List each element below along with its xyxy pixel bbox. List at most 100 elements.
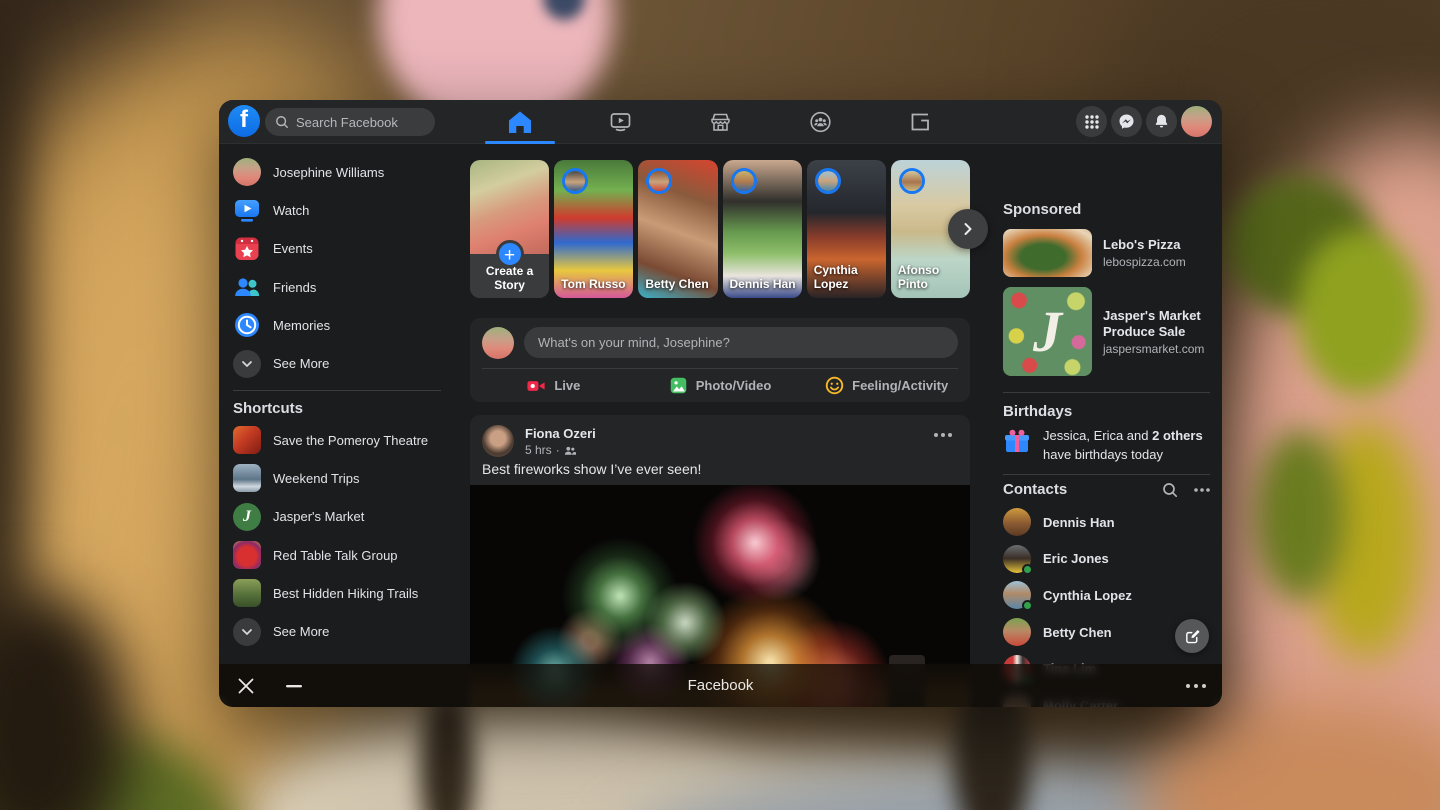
shortcut-thumbnail [233,464,261,492]
grid-menu-icon [1084,114,1100,130]
edit-pencil-icon [1184,628,1201,645]
shortcut-label: Weekend Trips [273,471,359,486]
birthdays-row[interactable]: Jessica, Erica and 2 others have birthda… [1003,427,1210,465]
facebook-logo-icon[interactable]: f [228,105,260,137]
action-label: Feeling/Activity [852,378,948,393]
notifications-button[interactable] [1146,106,1177,137]
shortcut-pomeroy-theatre[interactable]: Save the Pomeroy Theatre [229,421,455,459]
contact-dennis-han[interactable]: Dennis Han [1003,504,1210,541]
messenger-icon [1118,113,1135,130]
contact-avatar [1003,618,1031,646]
sidebar-item-events[interactable]: Events [229,230,455,268]
ad-url: lebospizza.com [1103,255,1186,269]
live-video-button[interactable]: Live [470,369,637,402]
photo-video-button[interactable]: Photo/Video [637,369,804,402]
rail-divider [1003,392,1210,393]
contacts-search-icon[interactable] [1162,482,1178,498]
shortcut-red-table-talk[interactable]: Red Table Talk Group [229,536,455,574]
watch-icon [608,110,633,134]
contact-avatar [1003,545,1031,573]
tab-home[interactable] [470,100,570,144]
shortcut-weekend-trips[interactable]: Weekend Trips [229,459,455,497]
home-icon [507,110,533,134]
watch-tv-icon [233,196,261,224]
sponsored-ad-lebos-pizza[interactable]: Lebo's Pizza lebospizza.com [1003,229,1210,277]
contact-name: Eric Jones [1043,551,1109,566]
shortcut-label: Red Table Talk Group [273,548,398,563]
feeling-activity-button[interactable]: Feeling/Activity [803,369,970,402]
search-input[interactable]: Search Facebook [265,108,435,136]
tab-marketplace[interactable] [670,100,770,144]
story-name: Afonso Pinto [898,263,965,291]
post-timestamp: 5 hrs [525,443,552,457]
contact-name: Dennis Han [1043,515,1115,530]
main-tabs [470,100,970,144]
avatar [233,158,261,186]
story-card[interactable]: Tom Russo [554,160,633,298]
sidebar-divider [233,390,441,391]
birthday-text-pre: Jessica, Erica and [1043,428,1152,443]
sidebar-item-friends[interactable]: Friends [229,268,455,306]
contact-avatar [1003,581,1031,609]
friends-audience-icon [564,445,576,456]
tab-gaming[interactable] [870,100,970,144]
sponsored-ad-jaspers-market[interactable]: J Jasper's Market Produce Sale jaspersma… [1003,287,1210,377]
create-story-card[interactable]: + Create a Story [470,160,549,298]
sidebar-item-label: Watch [273,203,309,218]
tab-groups[interactable] [770,100,870,144]
stories-next-button[interactable] [948,209,988,249]
chevron-down-icon [233,618,261,646]
photo-video-icon [669,376,688,395]
shortcut-jaspers-market[interactable]: J Jasper's Market [229,498,455,536]
memories-clock-icon [233,311,261,339]
story-name: Dennis Han [730,277,797,291]
create-story-label: Create a Story [474,265,545,293]
story-card[interactable]: Cynthia Lopez [807,160,886,298]
sponsored-title: Sponsored [1003,201,1081,218]
contact-avatar [1003,508,1031,536]
composer-placeholder: What's on your mind, Josephine? [538,335,730,350]
sidebar-item-memories[interactable]: Memories [229,306,455,344]
friends-icon [233,273,261,301]
contact-eric-jones[interactable]: Eric Jones [1003,541,1210,578]
story-card[interactable]: Betty Chen [638,160,717,298]
tab-watch[interactable] [570,100,670,144]
ad-image: J [1003,287,1092,376]
shortcuts-title: Shortcuts [233,400,303,417]
groups-icon [808,110,833,134]
contacts-title: Contacts [1003,481,1067,498]
birthday-text: Jessica, Erica and 2 others have birthda… [1043,427,1210,465]
sidebar-item-see-more[interactable]: See More [229,344,455,382]
app-menu-button[interactable] [1076,106,1107,137]
story-avatar [731,168,757,194]
events-calendar-icon [233,235,261,263]
chevron-down-icon [233,350,261,378]
post-meta: 5 hrs · [525,443,576,457]
ad-title: Jasper's Market Produce Sale [1103,308,1210,341]
sidebar-item-watch[interactable]: Watch [229,191,455,229]
profile-button[interactable] [1181,106,1212,137]
window-more-options-button[interactable] [1186,684,1206,688]
post-author-name[interactable]: Fiona Ozeri [525,426,596,441]
story-name: Cynthia Lopez [814,263,881,291]
post-author-avatar[interactable] [482,425,514,457]
sidebar-item-profile[interactable]: Josephine Williams [229,153,455,191]
shortcut-hiking-trails[interactable]: Best Hidden Hiking Trails [229,574,455,612]
contact-cynthia-lopez[interactable]: Cynthia Lopez [1003,577,1210,614]
ad-image [1003,229,1092,277]
chevron-right-icon [961,222,975,236]
sidebar-item-label: Memories [273,318,330,333]
messenger-button[interactable] [1111,106,1142,137]
post-options-button[interactable] [930,429,956,441]
post-composer: What's on your mind, Josephine? Live Pho… [470,318,970,402]
birthdays-title: Birthdays [1003,403,1072,420]
composer-avatar [482,327,514,359]
story-name: Tom Russo [561,277,628,291]
ad-title: Lebo's Pizza [1103,237,1186,253]
new-message-button[interactable] [1175,619,1209,653]
shortcuts-see-more[interactable]: See More [229,612,455,650]
stories-carousel: + Create a Story Tom Russo Betty Chen De… [470,160,970,298]
story-card[interactable]: Dennis Han [723,160,802,298]
composer-input[interactable]: What's on your mind, Josephine? [524,327,958,358]
contacts-more-icon[interactable] [1194,488,1210,492]
